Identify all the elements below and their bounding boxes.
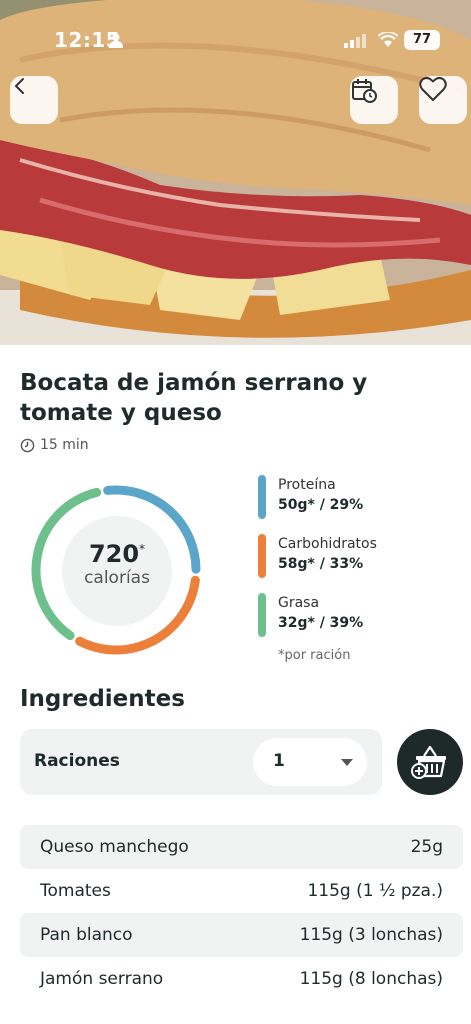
calories-value: 720 (88, 540, 140, 568)
ingredient-name: Pan blanco (40, 925, 133, 945)
add-to-basket-button[interactable] (397, 729, 463, 795)
prep-time-text: 15 min (40, 437, 89, 453)
favorite-button[interactable] (419, 76, 467, 124)
status-bar: 12:15 77 (0, 28, 471, 52)
servings-value: 1 (273, 751, 285, 771)
protein-color-bar (258, 475, 266, 519)
prep-time: 15 min (20, 436, 89, 454)
battery-indicator: 77 (404, 30, 440, 50)
recipe-hero-image: 12:15 77 (0, 0, 471, 345)
ingredient-row: Queso manchego 25g (20, 825, 463, 869)
ingredient-qty: 25g (410, 837, 443, 857)
macro-protein-name: Proteína (278, 477, 336, 493)
back-chevron-icon (15, 78, 24, 94)
macro-carbs-value: 58g* / 33% (278, 556, 364, 572)
per-serving-note: *por ración (278, 648, 351, 663)
macro-carbs: Carbohidratos 58g* / 33% (258, 534, 458, 578)
wifi-icon (378, 32, 398, 47)
clock-icon (20, 438, 35, 452)
ingredient-name: Tomates (40, 881, 111, 901)
ingredient-qty: 115g (8 lonchas) (299, 969, 443, 989)
calories-value-row: 720* (62, 540, 172, 568)
calories-label: calorías (84, 568, 150, 588)
macro-fat: Grasa 32g* / 39% (258, 593, 458, 637)
macro-protein-value: 50g* / 29% (278, 497, 364, 513)
recipe-title: Bocata de jamón serrano y tomate y queso (20, 370, 368, 426)
back-button[interactable] (10, 76, 58, 124)
ingredients-heading: Ingredientes (20, 686, 185, 712)
macro-fat-name: Grasa (278, 595, 320, 611)
chevron-down-icon (341, 759, 353, 766)
ingredient-name: Jamón serrano (40, 969, 164, 989)
heart-icon (419, 76, 447, 101)
ingredient-qty: 115g (1 ½ pza.) (307, 881, 443, 901)
basket-add-icon (411, 745, 446, 779)
ingredient-qty: 115g (3 lonchas) (299, 925, 443, 945)
calories-center: 720* calorías (62, 516, 172, 626)
ingredient-row: Tomates 115g (1 ½ pza.) (20, 869, 463, 913)
signal-icon (344, 34, 366, 48)
ingredient-row: Jamón serrano 115g (8 lonchas) (20, 957, 463, 1001)
fat-color-bar (258, 593, 266, 637)
carbs-color-bar (258, 534, 266, 578)
macro-protein: Proteína 50g* / 29% (258, 475, 458, 519)
calendar-clock-icon (352, 79, 377, 103)
servings-label: Raciones (34, 751, 120, 771)
ingredient-name: Queso manchego (40, 837, 189, 857)
person-icon (109, 33, 123, 48)
servings-select[interactable]: 1 (253, 738, 367, 786)
macro-carbs-name: Carbohidratos (278, 536, 377, 552)
macro-fat-value: 32g* / 39% (278, 615, 364, 631)
calories-mark: * (139, 542, 146, 556)
schedule-button[interactable] (350, 76, 398, 124)
servings-row: Raciones 1 (20, 729, 382, 795)
ingredient-row: Pan blanco 115g (3 lonchas) (20, 913, 463, 957)
